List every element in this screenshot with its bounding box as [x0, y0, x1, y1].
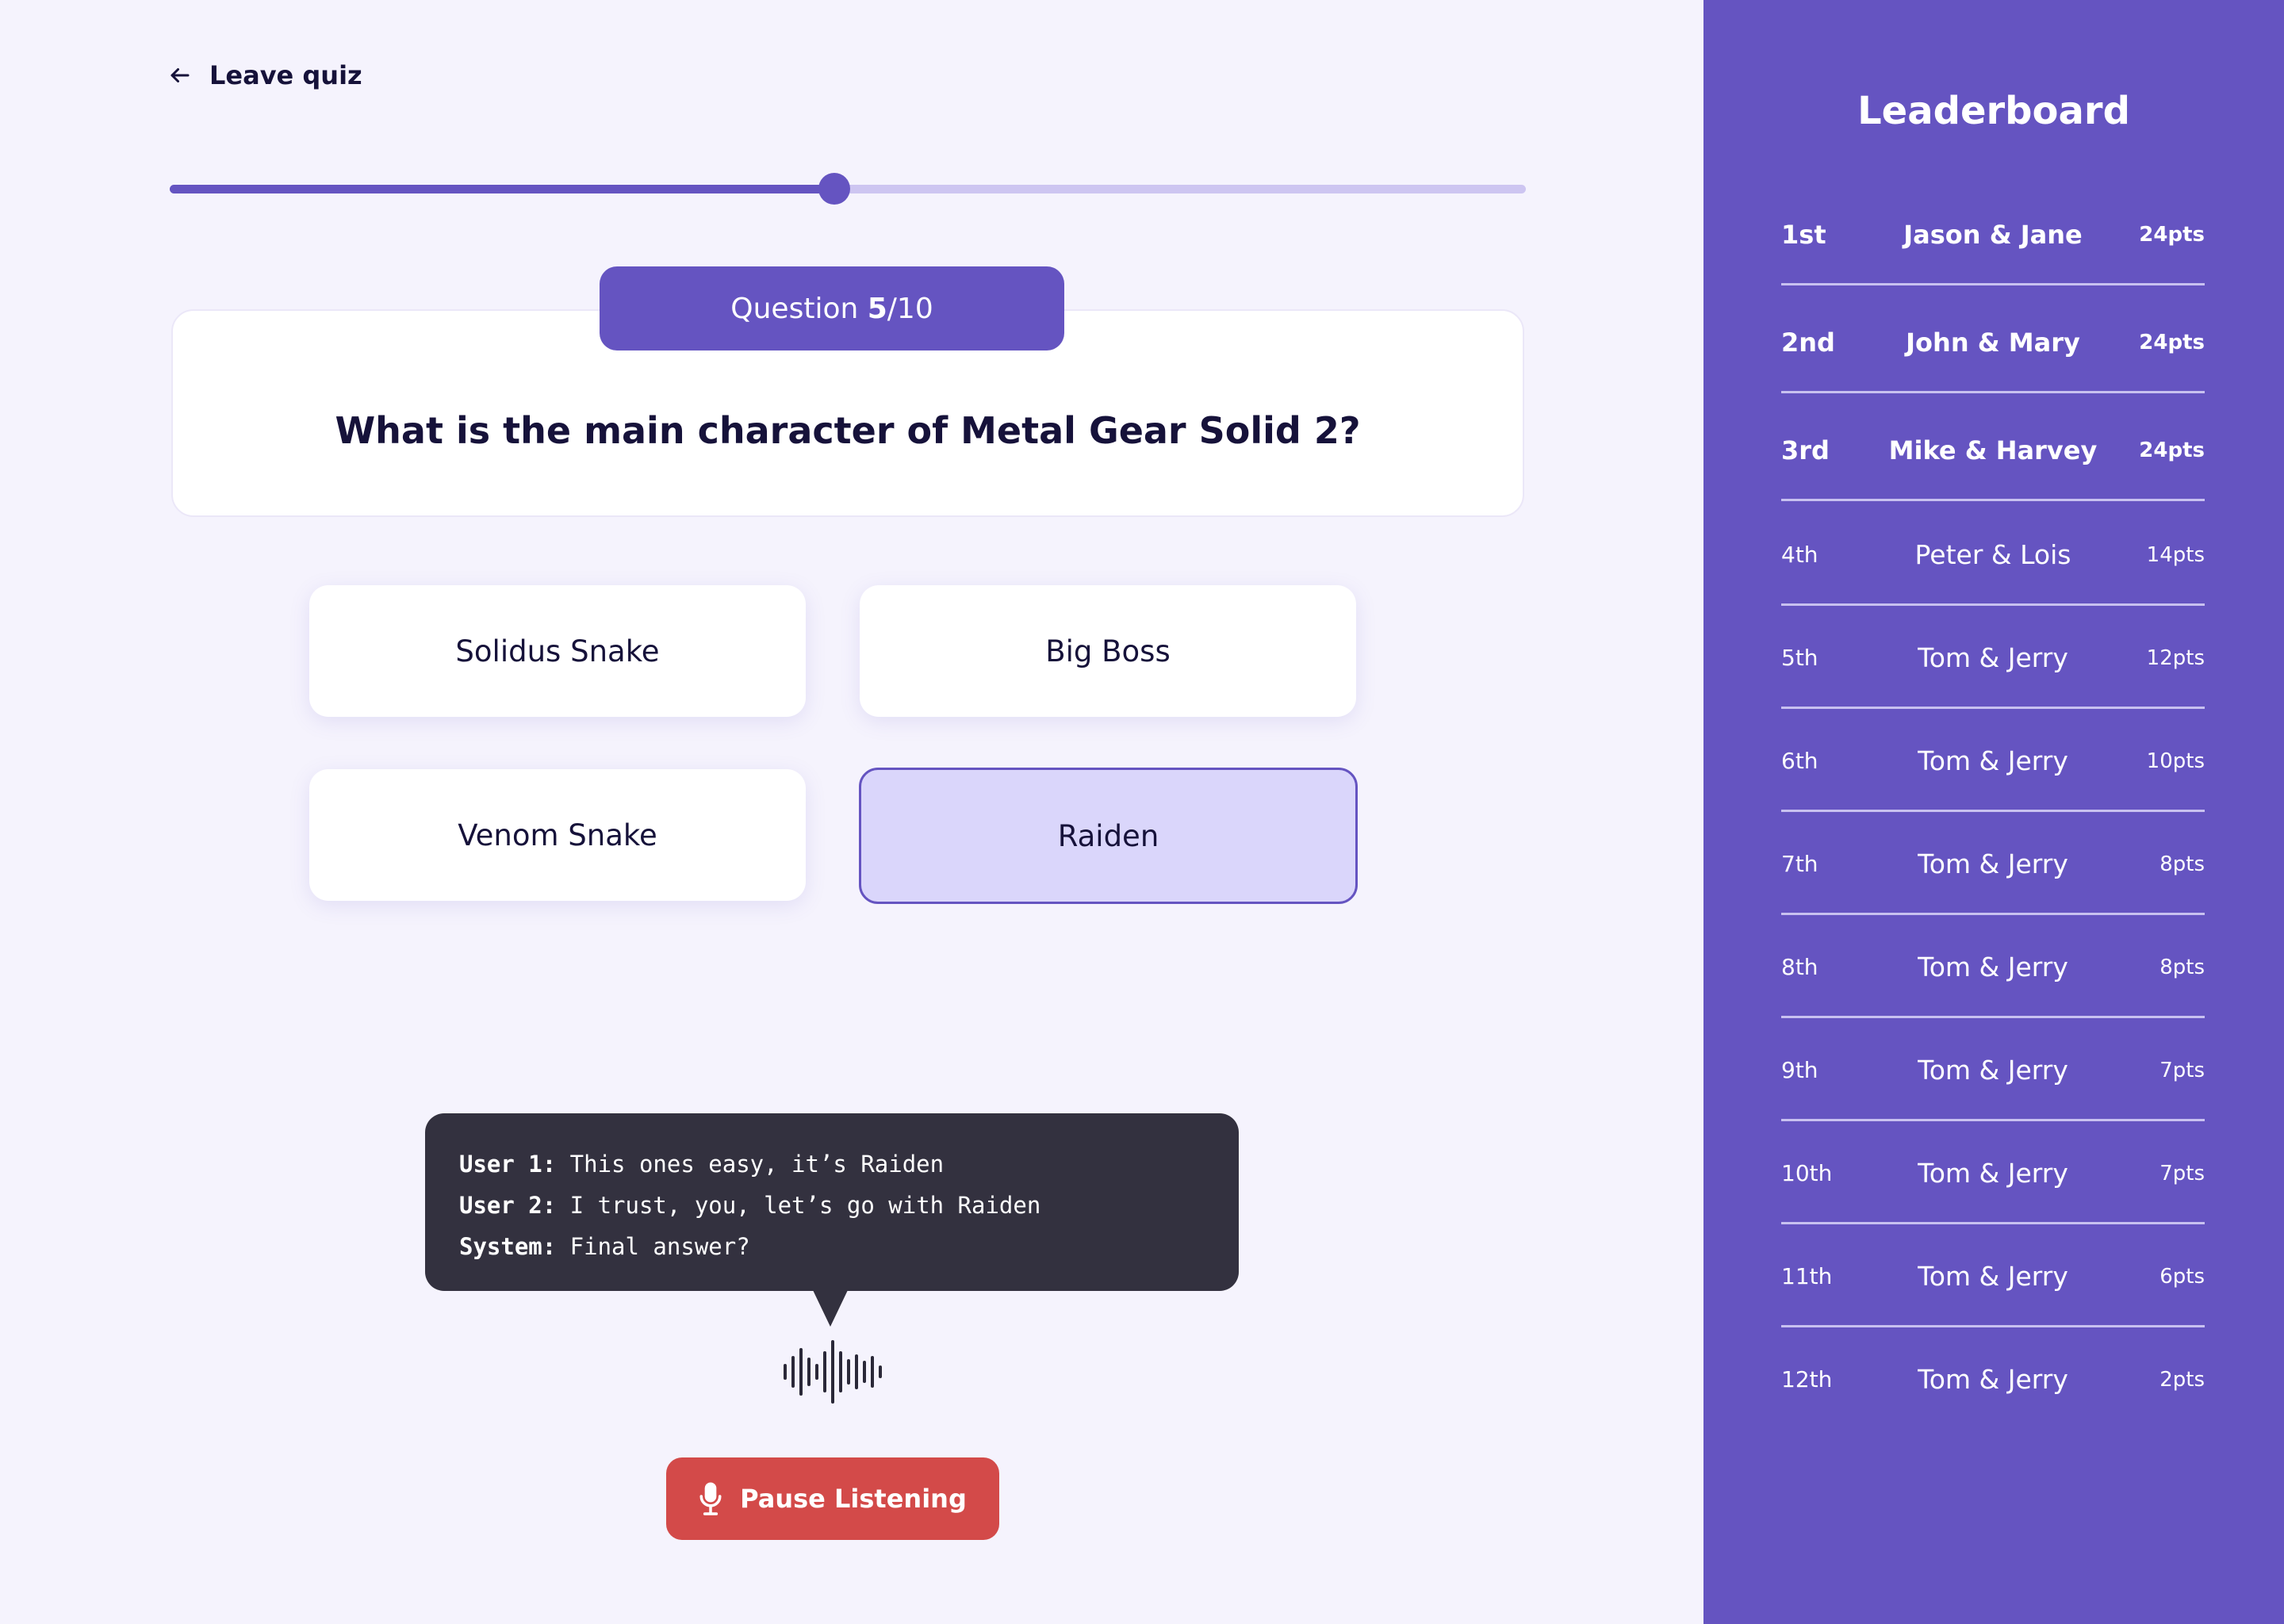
leaderboard-score: 14pts	[2146, 543, 2205, 567]
leaderboard-score: 8pts	[2159, 852, 2205, 876]
question-counter-current: 5	[867, 292, 887, 325]
leaderboard-row: 11th Tom & Jerry 6pts	[1781, 1261, 2205, 1327]
leaderboard-team: Tom & Jerry	[1918, 642, 2068, 673]
question-counter-badge: Question 5/10	[600, 266, 1064, 350]
transcript-speaker: System:	[459, 1233, 557, 1260]
leaderboard-score: 24pts	[2139, 223, 2205, 247]
leaderboard-score: 2pts	[2159, 1368, 2205, 1392]
leaderboard-panel: Leaderboard 1st Jason & Jane 24pts 2nd J…	[1703, 0, 2284, 1624]
progress-handle[interactable]	[818, 173, 850, 205]
leaderboard-score: 7pts	[2159, 1162, 2205, 1185]
leaderboard-team: Tom & Jerry	[1918, 1158, 2068, 1189]
pause-listening-button[interactable]: Pause Listening	[666, 1457, 999, 1540]
voice-transcript-bubble: User 1: This ones easy, it’s Raiden User…	[425, 1113, 1239, 1291]
question-counter-total: /10	[887, 292, 933, 325]
answer-label: Venom Snake	[458, 818, 657, 852]
leaderboard-score: 24pts	[2139, 439, 2205, 462]
answer-label: Solidus Snake	[455, 634, 660, 668]
leaderboard-score: 12pts	[2146, 646, 2205, 670]
answer-option-1[interactable]: Solidus Snake	[309, 585, 806, 717]
transcript-line: User 2: I trust, you, let’s go with Raid…	[459, 1185, 1239, 1226]
answer-option-3[interactable]: Venom Snake	[309, 769, 806, 901]
transcript-text: This ones easy, it’s Raiden	[556, 1151, 945, 1178]
transcript-bubble-tail	[813, 1290, 848, 1327]
answer-label: Raiden	[1057, 818, 1159, 853]
leave-quiz-label: Leave quiz	[209, 60, 362, 90]
leaderboard-team: Tom & Jerry	[1918, 952, 2068, 982]
leaderboard-row: 12th Tom & Jerry 2pts	[1781, 1364, 2205, 1431]
leaderboard-score: 7pts	[2159, 1059, 2205, 1082]
leaderboard-row: 4th Peter & Lois 14pts	[1781, 539, 2205, 606]
microphone-icon	[699, 1481, 722, 1516]
arrow-left-icon	[168, 63, 192, 87]
leaderboard-score: 8pts	[2159, 956, 2205, 979]
progress-fill	[170, 185, 834, 193]
leaderboard-row: 6th Tom & Jerry 10pts	[1781, 745, 2205, 812]
waveform-icon	[782, 1339, 883, 1405]
leaderboard-team: Tom & Jerry	[1918, 1261, 2068, 1292]
leaderboard-team: Tom & Jerry	[1918, 745, 2068, 776]
leaderboard-team: Peter & Lois	[1914, 539, 2071, 570]
leave-quiz-link[interactable]: Leave quiz	[168, 59, 362, 92]
transcript-line: User 1: This ones easy, it’s Raiden	[459, 1143, 1239, 1185]
leaderboard-row: 5th Tom & Jerry 12pts	[1781, 642, 2205, 709]
question-text: What is the main character of Metal Gear…	[335, 409, 1361, 452]
transcript-text: I trust, you, let’s go with Raiden	[556, 1192, 1041, 1219]
leaderboard-team: Tom & Jerry	[1918, 848, 2068, 879]
transcript-line: System: Final answer?	[459, 1226, 1239, 1267]
transcript-speaker: User 2:	[459, 1192, 557, 1219]
leaderboard-team: Tom & Jerry	[1918, 1055, 2068, 1086]
answer-label: Big Boss	[1045, 634, 1171, 668]
leaderboard-title: Leaderboard	[1857, 89, 2130, 133]
transcript-speaker: User 1:	[459, 1151, 557, 1178]
leaderboard-row: 3rd Mike & Harvey 24pts	[1781, 435, 2205, 501]
answer-option-4-selected[interactable]: Raiden	[859, 768, 1358, 904]
leaderboard-row: 9th Tom & Jerry 7pts	[1781, 1055, 2205, 1121]
leaderboard-score: 24pts	[2139, 331, 2205, 354]
quiz-progress-bar	[170, 173, 1526, 205]
leaderboard-score: 10pts	[2146, 749, 2205, 773]
leaderboard-row: 8th Tom & Jerry 8pts	[1781, 952, 2205, 1018]
leaderboard-team: Tom & Jerry	[1918, 1364, 2068, 1395]
leaderboard-row: 2nd John & Mary 24pts	[1781, 327, 2205, 393]
leaderboard-score: 6pts	[2159, 1265, 2205, 1289]
pause-listening-label: Pause Listening	[740, 1484, 967, 1514]
question-counter-prefix: Question	[730, 292, 868, 325]
transcript-text: Final answer?	[556, 1233, 750, 1260]
leaderboard-row: 1st Jason & Jane 24pts	[1781, 219, 2205, 285]
leaderboard-row: 10th Tom & Jerry 7pts	[1781, 1158, 2205, 1224]
answer-option-2[interactable]: Big Boss	[860, 585, 1356, 717]
leaderboard-row: 7th Tom & Jerry 8pts	[1781, 848, 2205, 915]
